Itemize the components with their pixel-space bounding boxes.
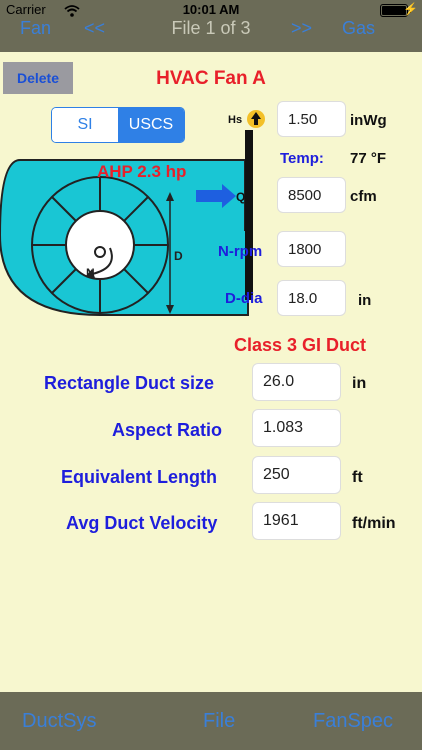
tab-fanspec[interactable]: FanSpec	[313, 710, 393, 733]
ddia-unit: in	[358, 292, 372, 309]
aspect-ratio-input[interactable]: 1.083	[252, 409, 341, 447]
rect-duct-input[interactable]: 26.0	[252, 363, 341, 401]
equiv-length-unit: ft	[352, 469, 363, 486]
tab-ductsys[interactable]: DuctSys	[22, 710, 96, 733]
charging-icon: ⚡	[403, 2, 418, 16]
page-title: HVAC Fan A	[156, 68, 266, 89]
top-bar: Carrier 10:01 AM ⚡ Fan << File 1 of 3 >>…	[0, 0, 422, 52]
rect-duct-unit: in	[352, 375, 367, 392]
ddia-label: D-dia	[225, 290, 263, 307]
duct-velocity-label: Avg Duct Velocity	[66, 513, 218, 533]
ahp-label: AHP 2.3 hp	[97, 162, 187, 181]
n-label: N	[86, 266, 95, 280]
nrpm-input[interactable]: 1800	[277, 231, 346, 267]
ddia-input[interactable]: 18.0	[277, 280, 346, 316]
hs-label: Hs	[228, 114, 242, 126]
nrpm-label: N-rpm	[218, 243, 263, 260]
duct-velocity-unit: ft/min	[352, 515, 396, 532]
d-label: D	[174, 249, 183, 263]
nav-next-gas[interactable]: Gas	[342, 18, 375, 39]
temp-value: 77 °F	[350, 150, 387, 167]
bottom-toolbar: DuctSys File FanSpec	[0, 692, 422, 750]
duct-class: Class 3 GI Duct	[233, 335, 367, 355]
q-unit: cfm	[350, 188, 377, 205]
fan-wheel-inner	[65, 210, 135, 280]
tab-file[interactable]: File	[203, 710, 235, 733]
outlet-plate	[245, 130, 253, 300]
hs-unit: inWg	[350, 112, 387, 129]
temp-label: Temp:	[280, 150, 324, 167]
clock: 10:01 AM	[182, 2, 240, 17]
q-label: Q	[236, 190, 245, 204]
aspect-ratio-label: Aspect Ratio	[112, 420, 223, 440]
hs-input[interactable]: 1.50	[277, 101, 346, 137]
equiv-length-input[interactable]: 250	[252, 456, 341, 494]
rect-duct-label: Rectangle Duct size	[44, 373, 215, 393]
duct-velocity-input[interactable]: 1961	[252, 502, 341, 540]
nav-next-arrow[interactable]: >>	[291, 18, 312, 39]
equiv-length-label: Equivalent Length	[61, 467, 218, 487]
q-input[interactable]: 8500	[277, 177, 346, 213]
